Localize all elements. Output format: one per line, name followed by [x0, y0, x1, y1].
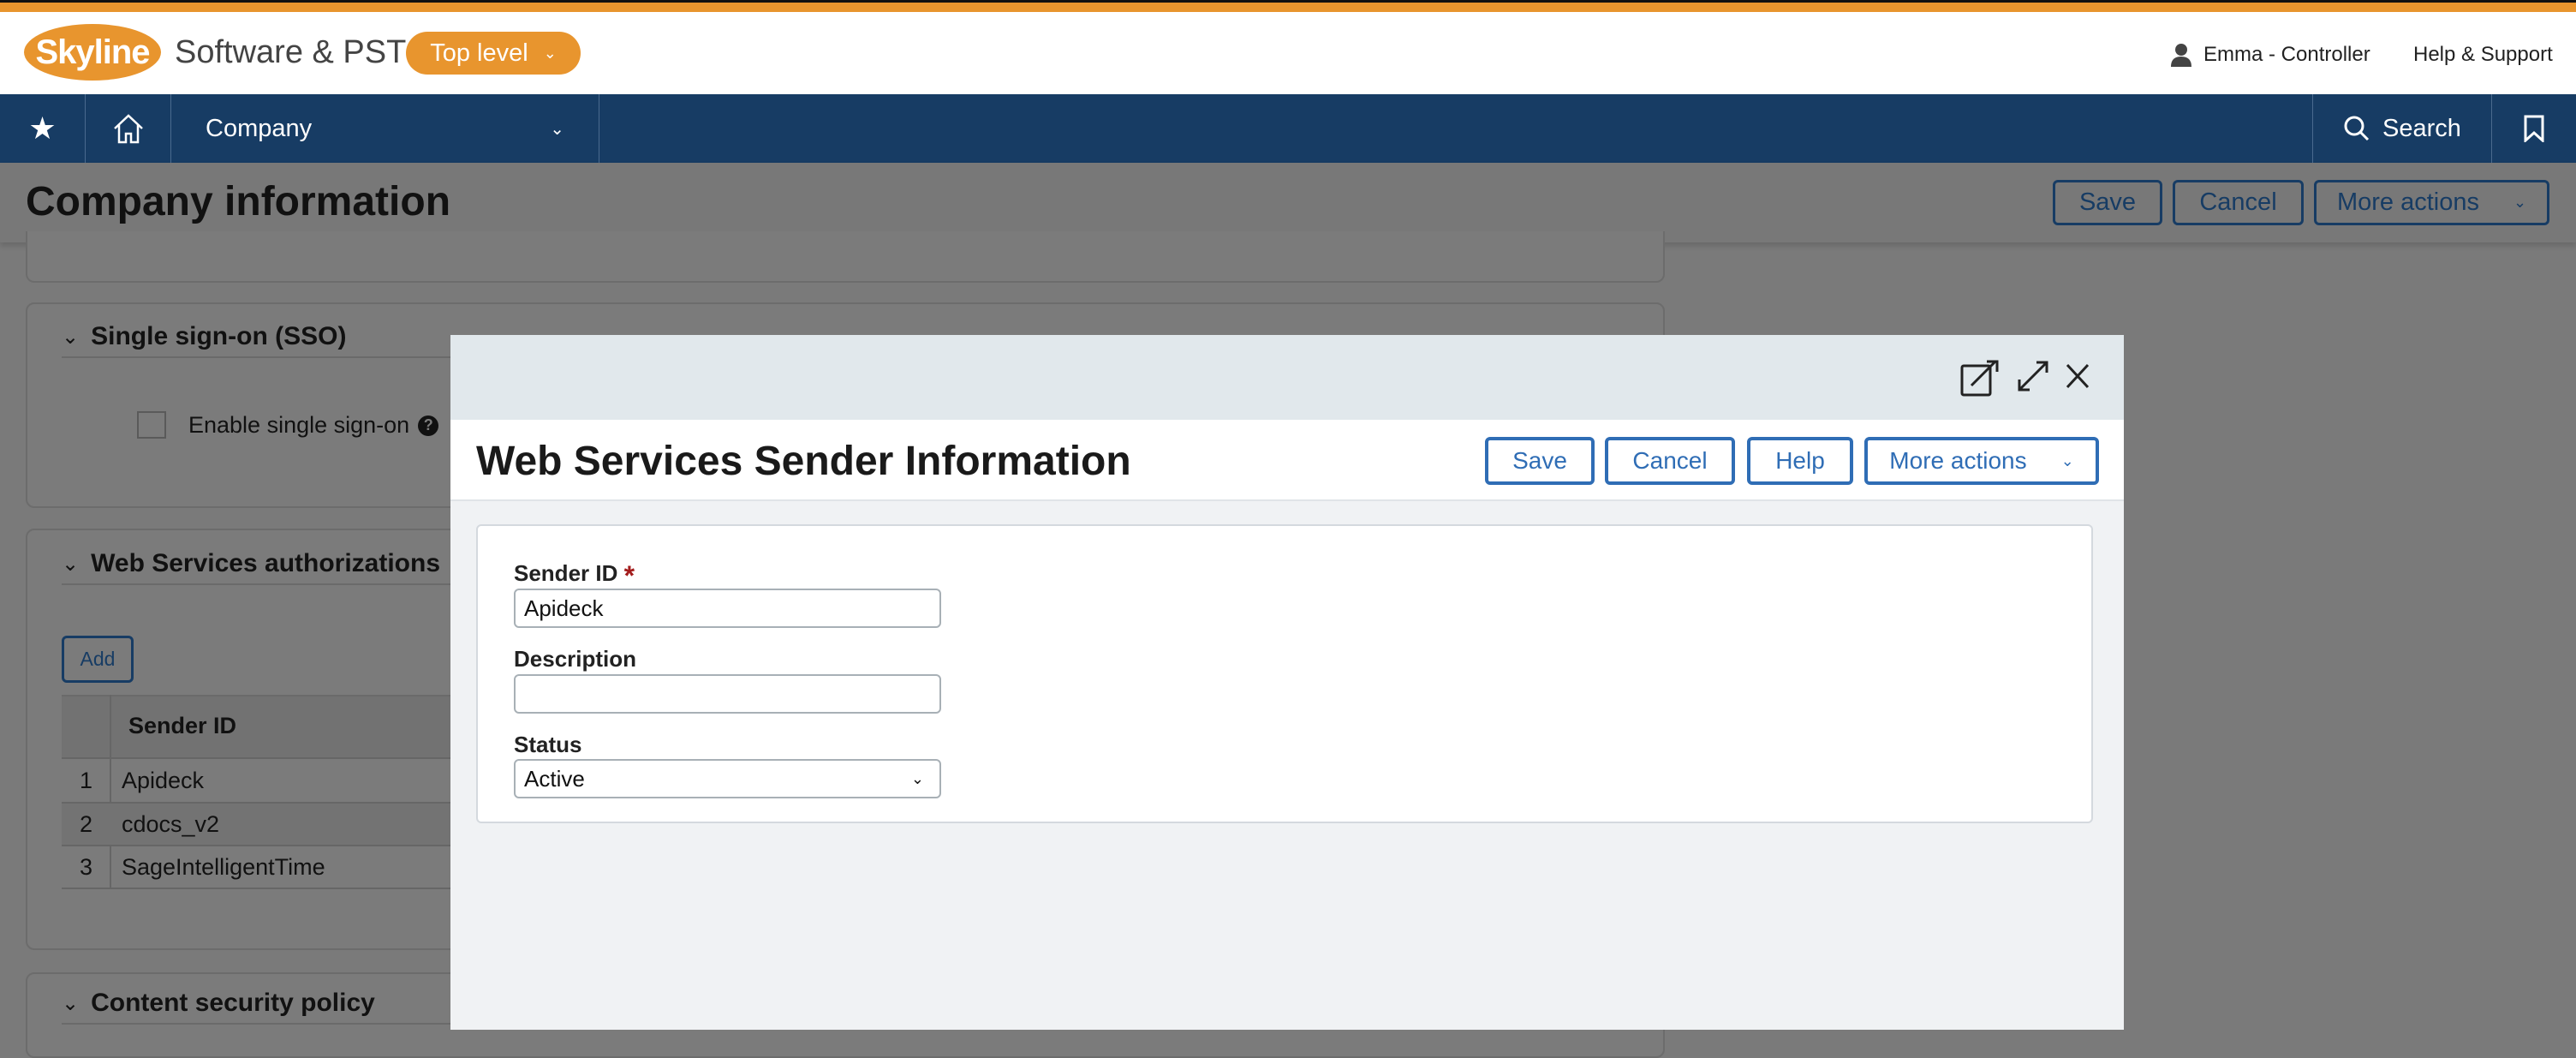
entity-selector-button[interactable]: Top level ⌄: [406, 32, 581, 75]
sender-id-cell: cdocs_v2: [122, 811, 220, 837]
module-label: Company: [206, 114, 313, 142]
sender-id-cell: Apideck: [122, 768, 205, 793]
sender-id-label: Sender ID: [514, 560, 618, 586]
user-icon: [2171, 44, 2191, 67]
home-button[interactable]: [86, 94, 171, 163]
required-indicator: *: [623, 560, 635, 591]
help-support-link[interactable]: Help & Support: [2413, 43, 2553, 67]
sender-id-input[interactable]: Apideck: [514, 589, 941, 628]
nav-bar: ★ Company ⌄ Search: [0, 94, 2576, 163]
sender-form: Sender ID * Apideck Description Status A…: [476, 524, 2093, 823]
user-name: Emma - Controller: [2203, 43, 2370, 66]
help-icon[interactable]: ?: [418, 415, 439, 436]
module-dropdown[interactable]: Company ⌄: [171, 94, 599, 163]
page-title: Company information: [26, 179, 451, 224]
favorites-button[interactable]: ★: [0, 94, 86, 163]
chevron-down-icon: ⌄: [62, 552, 80, 576]
status-select[interactable]: Active ⌄: [514, 759, 941, 798]
dialog-more-actions-button[interactable]: More actions ⌄: [1864, 437, 2099, 485]
sender-info-dialog: Web Services Sender Information Save Can…: [450, 335, 2124, 1030]
brand-stripe: [0, 3, 2576, 12]
chevron-down-icon: ⌄: [543, 44, 557, 62]
previous-section-card: [26, 231, 1665, 283]
dialog-save-button[interactable]: Save: [1485, 437, 1595, 485]
chevron-down-icon: ⌄: [550, 119, 564, 139]
row-number: 1: [80, 768, 93, 793]
sso-section-header[interactable]: ⌄ Single sign-on (SSO): [62, 322, 346, 351]
star-icon: ★: [28, 111, 57, 146]
description-label: Description: [514, 646, 637, 672]
row-number: 2: [80, 811, 93, 837]
ws-title: Web Services authorizations: [91, 549, 441, 577]
home-icon: [113, 114, 143, 144]
dialog-header: [450, 335, 2124, 420]
search-button[interactable]: Search: [2312, 94, 2492, 163]
entity-label: Top level: [430, 39, 528, 67]
ws-section-header[interactable]: ⌄ Web Services authorizations: [62, 549, 440, 578]
dialog-title: Web Services Sender Information: [476, 439, 1131, 484]
bookmark-button[interactable]: [2492, 94, 2576, 163]
cancel-button[interactable]: Cancel: [2173, 180, 2304, 225]
enable-sso-label: Enable single sign-on: [188, 412, 410, 438]
open-new-window-icon[interactable]: [1959, 358, 2001, 397]
search-label: Search: [2382, 114, 2461, 142]
dialog-help-button[interactable]: Help: [1747, 437, 1853, 485]
status-label: Status: [514, 732, 582, 757]
app-name: Software & PST: [175, 34, 407, 70]
chevron-down-icon: ⌄: [62, 991, 80, 1015]
expand-icon[interactable]: [2016, 359, 2050, 393]
chevron-down-icon: ⌄: [910, 769, 924, 787]
save-button[interactable]: Save: [2053, 180, 2162, 225]
bookmark-icon: [2524, 115, 2544, 142]
enable-sso-checkbox[interactable]: [137, 411, 166, 439]
search-icon: [2344, 116, 2370, 141]
skyline-logo[interactable]: Skyline: [24, 24, 161, 81]
chevron-down-icon: ⌄: [2513, 194, 2527, 211]
chevron-down-icon: ⌄: [62, 325, 80, 349]
more-actions-button[interactable]: More actions ⌄: [2314, 180, 2549, 225]
dialog-cancel-button[interactable]: Cancel: [1605, 437, 1735, 485]
more-actions-label: More actions: [1889, 447, 2027, 474]
column-header-sender-id[interactable]: Sender ID: [128, 713, 236, 739]
sso-title: Single sign-on (SSO): [91, 322, 347, 350]
csp-section-header[interactable]: ⌄ Content security policy: [62, 989, 375, 1018]
row-number: 3: [80, 854, 93, 880]
close-icon[interactable]: [2065, 362, 2090, 390]
add-button[interactable]: Add: [62, 636, 134, 683]
status-value: Active: [524, 765, 585, 792]
description-input[interactable]: [514, 674, 941, 714]
csp-title: Content security policy: [91, 989, 375, 1017]
sender-id-cell: SageIntelligentTime: [122, 854, 325, 880]
user-menu[interactable]: Emma - Controller: [2171, 43, 2370, 67]
more-actions-label: More actions: [2336, 188, 2479, 216]
column-divider: [110, 695, 111, 889]
chevron-down-icon: ⌄: [2060, 451, 2074, 469]
